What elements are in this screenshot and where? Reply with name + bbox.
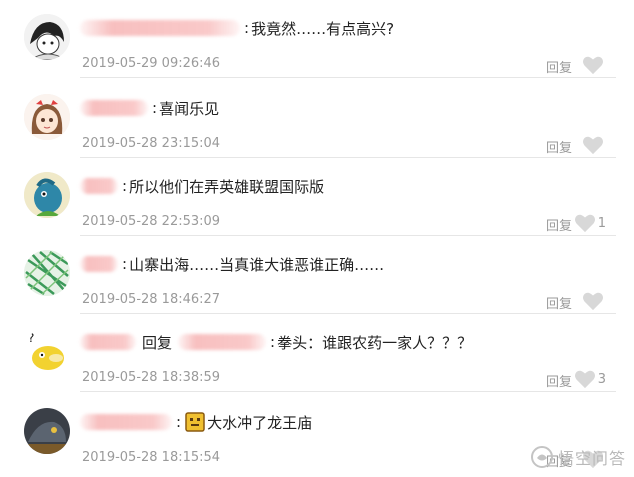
comment-timestamp: 2019-05-29 09:26:46 xyxy=(82,56,221,71)
like-button[interactable] xyxy=(582,55,606,75)
redacted-username[interactable] xyxy=(80,334,136,350)
comment-body: : 所以他们在弄英雄联盟国际版 xyxy=(80,174,324,198)
redacted-reply-username[interactable] xyxy=(178,334,267,350)
comment-body: : 大水冲了龙王庙 xyxy=(80,410,312,434)
heart-icon xyxy=(583,136,603,155)
yellow-duck-avatar[interactable]: ? xyxy=(24,328,70,374)
green-pattern-avatar[interactable] xyxy=(24,250,70,296)
comment-timestamp: 2019-05-28 23:15:04 xyxy=(82,136,221,151)
comment-item: : 山寨出海……当真谁大谁恶谁正确…… 2019-05-28 18:46:27 … xyxy=(0,236,634,314)
reply-to-label: 回复 xyxy=(142,333,173,352)
comment-text: 山寨出海……当真谁大谁恶谁正确…… xyxy=(129,255,385,274)
reply-button[interactable]: 回复 xyxy=(546,57,572,76)
comment-timestamp: 2019-05-28 18:15:54 xyxy=(82,450,221,465)
like-button[interactable]: 3 xyxy=(574,369,606,389)
reply-button[interactable]: 回复 xyxy=(546,137,572,156)
watermark: 悟空问答 xyxy=(530,445,626,469)
dark-game-icon xyxy=(24,408,70,454)
like-count: 3 xyxy=(597,371,606,387)
wukong-logo-icon xyxy=(530,446,553,468)
green-pattern-icon xyxy=(24,250,70,296)
comment-timestamp: 2019-05-28 18:38:59 xyxy=(82,370,221,385)
heart-icon xyxy=(583,292,603,311)
redacted-username[interactable] xyxy=(80,256,118,272)
manga-character-icon xyxy=(24,14,70,60)
comment-item: : 所以他们在弄英雄联盟国际版 2019-05-28 22:53:09 回复 1 xyxy=(0,158,634,236)
manga-character-avatar[interactable] xyxy=(24,14,70,60)
blue-creature-icon xyxy=(24,172,70,218)
comment-body: : 喜闻乐见 xyxy=(80,96,219,120)
comment-text: 大水冲了龙王庙 xyxy=(207,413,313,432)
gold-face-emoji-icon xyxy=(185,412,205,432)
comment-body: : 我竟然……有点高兴? xyxy=(80,16,394,40)
redacted-username[interactable] xyxy=(80,100,148,116)
cartoon-girl-avatar[interactable] xyxy=(24,94,70,140)
like-count: 1 xyxy=(597,215,606,231)
redacted-username[interactable] xyxy=(80,20,240,36)
comment-item: ? 回复 : 拳头：谁跟农药一家人？？？ 2019-05-28 18:38:59… xyxy=(0,314,634,392)
like-button[interactable]: 1 xyxy=(574,213,606,233)
redacted-username[interactable] xyxy=(80,414,172,430)
heart-icon xyxy=(574,214,595,233)
redacted-username[interactable] xyxy=(80,178,118,194)
cartoon-girl-icon xyxy=(24,94,70,140)
like-button[interactable] xyxy=(582,135,606,155)
dark-game-avatar[interactable] xyxy=(24,408,70,454)
comment-item: : 喜闻乐见 2019-05-28 23:15:04 回复 xyxy=(0,80,634,158)
reply-button[interactable]: 回复 xyxy=(546,371,572,390)
reply-button[interactable]: 回复 xyxy=(546,215,572,234)
comment-text: 所以他们在弄英雄联盟国际版 xyxy=(129,177,325,196)
heart-icon xyxy=(574,370,595,389)
comment-text: 拳头：谁跟农药一家人？？？ xyxy=(277,333,473,352)
reply-button[interactable]: 回复 xyxy=(546,293,572,312)
blue-creature-avatar[interactable] xyxy=(24,172,70,218)
comment-text: 喜闻乐见 xyxy=(159,99,220,118)
watermark-text: 悟空问答 xyxy=(557,449,626,468)
heart-icon xyxy=(583,56,603,75)
yellow-duck-icon: ? xyxy=(24,328,70,374)
comment-body: : 山寨出海……当真谁大谁恶谁正确…… xyxy=(80,252,384,276)
like-button[interactable] xyxy=(582,291,606,311)
divider xyxy=(80,391,616,392)
comment-text: 我竟然……有点高兴? xyxy=(251,19,395,38)
comment-timestamp: 2019-05-28 22:53:09 xyxy=(82,214,221,229)
comment-timestamp: 2019-05-28 18:46:27 xyxy=(82,292,221,307)
comment-item: : 我竟然……有点高兴? 2019-05-29 09:26:46 回复 xyxy=(0,0,634,78)
comment-body: 回复 : 拳头：谁跟农药一家人？？？ xyxy=(80,330,472,354)
svg-text:?: ? xyxy=(28,331,34,345)
divider xyxy=(80,77,616,78)
